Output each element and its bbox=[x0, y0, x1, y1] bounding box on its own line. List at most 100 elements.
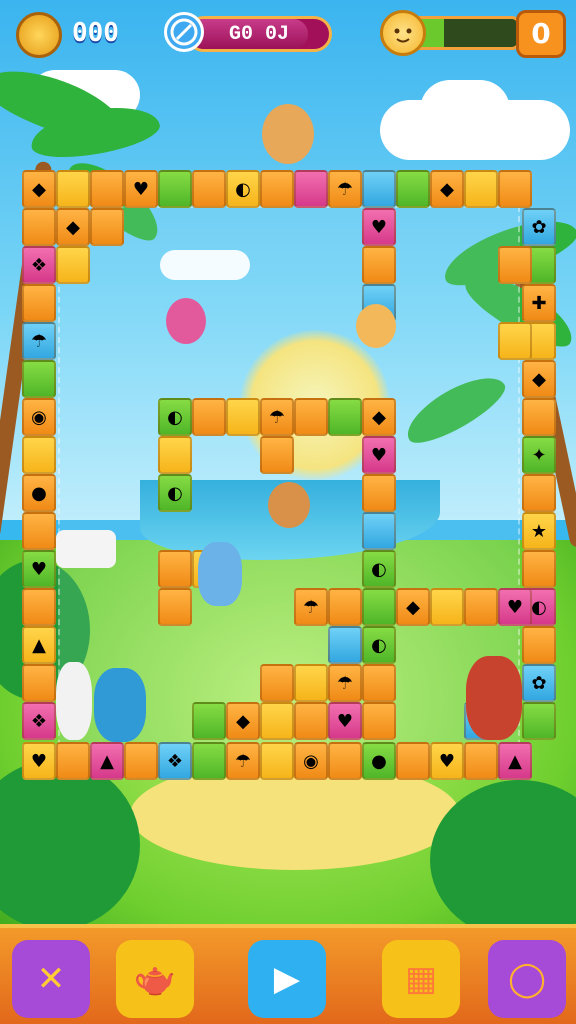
puzzle-tile[interactable]: ✿ bbox=[522, 664, 556, 702]
puzzle-tile[interactable]: ▲ bbox=[22, 626, 56, 664]
play-button[interactable]: ▶ bbox=[248, 940, 326, 1018]
puzzle-tile[interactable] bbox=[124, 742, 158, 780]
puzzle-tile[interactable]: ❖ bbox=[22, 246, 56, 284]
puzzle-tile[interactable]: ♥ bbox=[362, 436, 396, 474]
puzzle-tile[interactable] bbox=[362, 246, 396, 284]
puzzle-tile[interactable] bbox=[158, 170, 192, 208]
puzzle-tile[interactable] bbox=[522, 702, 556, 740]
puzzle-tile[interactable]: ◆ bbox=[22, 170, 56, 208]
puzzle-tile[interactable] bbox=[192, 702, 226, 740]
pet-icon[interactable] bbox=[380, 10, 426, 56]
puzzle-tile[interactable]: ♥ bbox=[498, 588, 532, 626]
puzzle-tile[interactable] bbox=[294, 702, 328, 740]
puzzle-tile[interactable]: ✦ bbox=[522, 436, 556, 474]
puzzle-tile[interactable] bbox=[294, 664, 328, 702]
puzzle-tile[interactable]: ◆ bbox=[430, 170, 464, 208]
puzzle-tile[interactable]: ☂ bbox=[294, 588, 328, 626]
puzzle-tile[interactable] bbox=[22, 284, 56, 322]
puzzle-tile[interactable] bbox=[498, 246, 532, 284]
puzzle-tile[interactable]: ◉ bbox=[22, 398, 56, 436]
girl-character[interactable] bbox=[94, 668, 146, 742]
puzzle-tile[interactable] bbox=[22, 436, 56, 474]
puzzle-tile[interactable] bbox=[522, 626, 556, 664]
puzzle-tile[interactable] bbox=[22, 208, 56, 246]
puzzle-tile[interactable]: ● bbox=[362, 742, 396, 780]
puzzle-tile[interactable] bbox=[90, 170, 124, 208]
woman-character[interactable] bbox=[466, 656, 522, 740]
puzzle-tile[interactable]: ◆ bbox=[396, 588, 430, 626]
cat-character-pink[interactable] bbox=[166, 298, 206, 344]
puzzle-tile[interactable] bbox=[22, 664, 56, 702]
inventory-button[interactable]: ▦ bbox=[382, 940, 460, 1018]
puzzle-tile[interactable] bbox=[464, 742, 498, 780]
puzzle-tile[interactable]: ♥ bbox=[430, 742, 464, 780]
puzzle-tile[interactable]: ★ bbox=[522, 512, 556, 550]
puzzle-tile[interactable]: ◐ bbox=[226, 170, 260, 208]
puzzle-tile[interactable]: ☂ bbox=[260, 398, 294, 436]
puzzle-tile[interactable]: ♥ bbox=[22, 550, 56, 588]
puzzle-tile[interactable] bbox=[294, 170, 328, 208]
puzzle-tile[interactable] bbox=[522, 398, 556, 436]
puzzle-tile[interactable] bbox=[362, 512, 396, 550]
puzzle-tile[interactable] bbox=[22, 588, 56, 626]
puzzle-tile[interactable]: ✚ bbox=[522, 284, 556, 322]
puzzle-tile[interactable] bbox=[158, 550, 192, 588]
van-icon[interactable] bbox=[56, 530, 116, 568]
puzzle-tile[interactable]: ▲ bbox=[90, 742, 124, 780]
puzzle-tile[interactable] bbox=[90, 208, 124, 246]
puzzle-tile[interactable] bbox=[522, 474, 556, 512]
puzzle-tile[interactable] bbox=[192, 742, 226, 780]
puzzle-tile[interactable]: ◐ bbox=[158, 474, 192, 512]
puzzle-tile[interactable]: ◉ bbox=[294, 742, 328, 780]
chat-button[interactable]: ◯ bbox=[488, 940, 566, 1018]
puzzle-tile[interactable] bbox=[294, 398, 328, 436]
puzzle-tile[interactable] bbox=[396, 742, 430, 780]
puzzle-tile[interactable] bbox=[328, 626, 362, 664]
puzzle-tile[interactable] bbox=[362, 170, 396, 208]
puzzle-tile[interactable]: ♥ bbox=[124, 170, 158, 208]
puzzle-tile[interactable]: ◆ bbox=[522, 360, 556, 398]
puzzle-tile[interactable] bbox=[362, 588, 396, 626]
puzzle-tile[interactable]: ✿ bbox=[522, 208, 556, 246]
puzzle-tile[interactable] bbox=[464, 588, 498, 626]
puzzle-tile[interactable]: ❖ bbox=[22, 702, 56, 740]
puzzle-tile[interactable] bbox=[260, 742, 294, 780]
puzzle-tile[interactable]: ◆ bbox=[226, 702, 260, 740]
puzzle-tile[interactable] bbox=[22, 512, 56, 550]
puzzle-tile[interactable] bbox=[260, 436, 294, 474]
puzzle-tile[interactable] bbox=[192, 398, 226, 436]
puzzle-tile[interactable] bbox=[362, 474, 396, 512]
puzzle-tile[interactable] bbox=[430, 588, 464, 626]
puzzle-tile[interactable]: ◐ bbox=[158, 398, 192, 436]
elder-character[interactable] bbox=[56, 662, 92, 740]
puzzle-tile[interactable] bbox=[56, 170, 90, 208]
puzzle-tile[interactable] bbox=[498, 322, 532, 360]
puzzle-tile[interactable] bbox=[396, 170, 430, 208]
puzzle-tile[interactable] bbox=[260, 702, 294, 740]
puzzle-tile[interactable] bbox=[328, 588, 362, 626]
puzzle-tile[interactable] bbox=[362, 702, 396, 740]
puzzle-tile[interactable]: ♥ bbox=[22, 742, 56, 780]
puzzle-tile[interactable] bbox=[56, 246, 90, 284]
puzzle-tile[interactable] bbox=[56, 742, 90, 780]
puzzle-tile[interactable]: ❖ bbox=[158, 742, 192, 780]
puzzle-tile[interactable]: ☂ bbox=[328, 664, 362, 702]
puzzle-tile[interactable]: ▲ bbox=[498, 742, 532, 780]
watering-can-button[interactable]: 🫖 bbox=[116, 940, 194, 1018]
puzzle-tile[interactable] bbox=[522, 550, 556, 588]
puzzle-tile[interactable] bbox=[498, 170, 532, 208]
puzzle-tile[interactable] bbox=[260, 170, 294, 208]
pet-count-badge[interactable]: 0 bbox=[516, 10, 566, 58]
puzzle-tile[interactable]: ♥ bbox=[328, 702, 362, 740]
puzzle-tile[interactable] bbox=[464, 170, 498, 208]
puzzle-tile[interactable] bbox=[362, 664, 396, 702]
puzzle-tile[interactable]: ◆ bbox=[56, 208, 90, 246]
quokka-character-right[interactable] bbox=[356, 304, 396, 348]
puzzle-tile[interactable] bbox=[158, 436, 192, 474]
puzzle-tile[interactable] bbox=[192, 170, 226, 208]
puzzle-tile[interactable]: ☂ bbox=[328, 170, 362, 208]
puzzle-tile[interactable]: ◆ bbox=[362, 398, 396, 436]
puzzle-tile[interactable] bbox=[22, 360, 56, 398]
puzzle-tile[interactable]: ♥ bbox=[362, 208, 396, 246]
timer-icon[interactable] bbox=[164, 12, 204, 52]
